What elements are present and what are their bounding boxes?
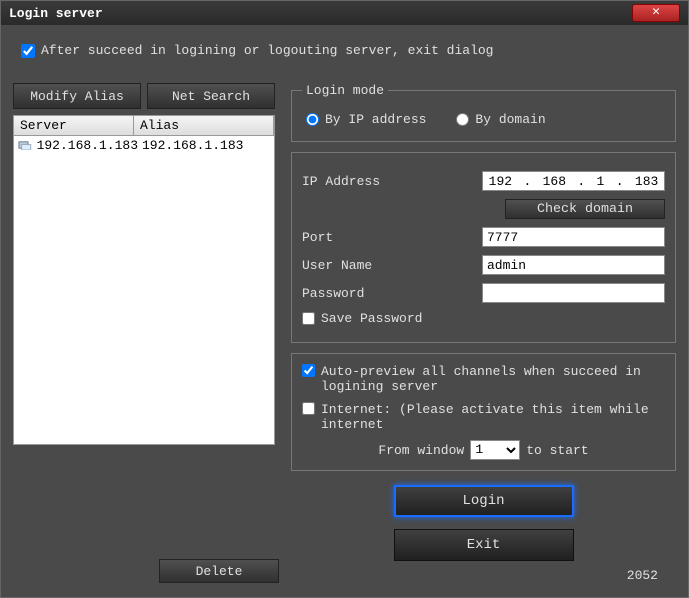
window-title: Login server [9, 6, 103, 21]
save-password-checkbox[interactable] [302, 312, 315, 325]
ip-address-input[interactable]: 192 . 168 . 1 . 183 [482, 171, 665, 191]
radio-by-domain-label: By domain [475, 112, 545, 127]
radio-by-domain[interactable]: By domain [456, 112, 545, 127]
password-input[interactable] [482, 283, 665, 303]
exit-dialog-label: After succeed in logining or logouting s… [41, 43, 493, 58]
close-button[interactable]: ✕ [632, 4, 680, 22]
net-search-button[interactable]: Net Search [147, 83, 275, 109]
modify-alias-button[interactable]: Modify Alias [13, 83, 141, 109]
save-password-label: Save Password [321, 311, 422, 326]
radio-by-domain-input[interactable] [456, 113, 469, 126]
radio-by-ip[interactable]: By IP address [306, 112, 426, 127]
connection-form: IP Address 192 . 168 . 1 . 183 Check dom… [291, 152, 676, 343]
from-window-post: to start [526, 443, 588, 458]
username-input[interactable] [482, 255, 665, 275]
table-row[interactable]: 192.168.1.183 192.168.1.183 [14, 136, 274, 155]
username-label: User Name [302, 258, 482, 273]
radio-by-ip-input[interactable] [306, 113, 319, 126]
radio-by-ip-label: By IP address [325, 112, 426, 127]
exit-button[interactable]: Exit [394, 529, 574, 561]
server-icon [18, 140, 33, 152]
titlebar: Login server ✕ [1, 1, 688, 25]
delete-button[interactable]: Delete [159, 559, 279, 583]
options-box: Auto-preview all channels when succeed i… [291, 353, 676, 471]
ip-label: IP Address [302, 174, 482, 189]
login-button[interactable]: Login [394, 485, 574, 517]
cell-alias: 192.168.1.183 [138, 138, 270, 153]
port-input[interactable] [482, 227, 665, 247]
server-table: Server Alias 192.168.1.183 192.168.1.183 [13, 115, 275, 445]
internet-checkbox[interactable] [302, 402, 315, 415]
check-domain-button[interactable]: Check domain [505, 199, 665, 219]
password-label: Password [302, 286, 482, 301]
auto-preview-label: Auto-preview all channels when succeed i… [321, 364, 665, 394]
login-mode-group: Login mode By IP address By domain [291, 83, 676, 142]
col-alias[interactable]: Alias [134, 116, 274, 135]
from-window-select[interactable]: 1 [470, 440, 520, 460]
auto-preview-checkbox[interactable] [302, 364, 315, 377]
login-mode-legend: Login mode [302, 83, 388, 98]
cell-server: 192.168.1.183 [37, 138, 138, 153]
internet-label: Internet: (Please activate this item whi… [321, 402, 665, 432]
port-label: Port [302, 230, 482, 245]
col-server[interactable]: Server [14, 116, 134, 135]
status-number: 2052 [627, 568, 658, 583]
from-window-pre: From window [378, 443, 464, 458]
exit-dialog-checkbox[interactable] [21, 44, 35, 58]
